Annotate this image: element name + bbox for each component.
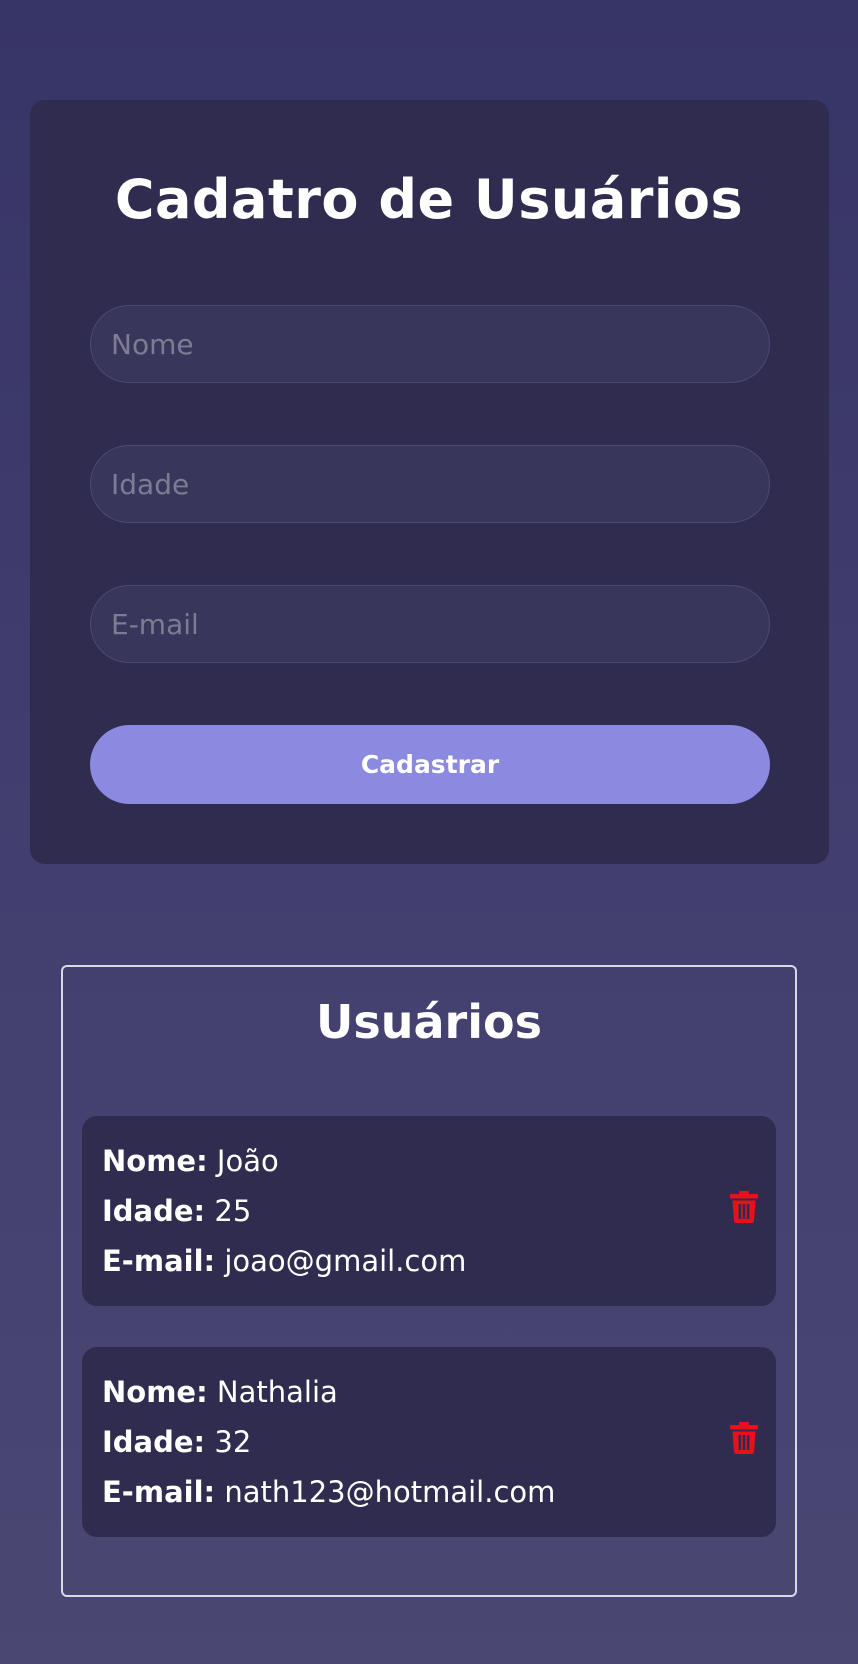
user-name-line: Nome: João [102, 1139, 279, 1183]
user-name-line: Nome: Nathalia [102, 1370, 338, 1414]
email-label: E-mail: [102, 1475, 216, 1509]
users-list-title: Usuários [316, 995, 542, 1049]
name-label: Nome: [102, 1144, 208, 1178]
age-label: Idade: [102, 1194, 206, 1228]
user-age-value: 32 [214, 1425, 252, 1459]
user-card: Nome: João Idade: 25 E-mail: joao@gmail.… [82, 1116, 776, 1306]
user-name-value: João [216, 1144, 279, 1178]
email-input[interactable] [90, 585, 770, 663]
delete-user-button[interactable] [730, 1422, 758, 1454]
user-email-line: E-mail: joao@gmail.com [102, 1239, 466, 1283]
user-name-value: Nathalia [216, 1375, 338, 1409]
trash-icon [730, 1191, 758, 1223]
name-label: Nome: [102, 1375, 208, 1409]
user-age-value: 25 [214, 1194, 252, 1228]
delete-user-button[interactable] [730, 1191, 758, 1223]
age-label: Idade: [102, 1425, 206, 1459]
user-card: Nome: Nathalia Idade: 32 E-mail: nath123… [82, 1347, 776, 1537]
age-input[interactable] [90, 445, 770, 523]
trash-icon [730, 1422, 758, 1454]
email-label: E-mail: [102, 1244, 216, 1278]
name-input[interactable] [90, 305, 770, 383]
user-email-value: nath123@hotmail.com [224, 1475, 556, 1509]
register-button[interactable]: Cadastrar [90, 725, 770, 804]
user-email-line: E-mail: nath123@hotmail.com [102, 1470, 555, 1514]
user-age-line: Idade: 32 [102, 1420, 251, 1464]
page-title: Cadatro de Usuários [114, 168, 744, 231]
user-age-line: Idade: 25 [102, 1189, 251, 1233]
user-email-value: joao@gmail.com [224, 1244, 467, 1278]
